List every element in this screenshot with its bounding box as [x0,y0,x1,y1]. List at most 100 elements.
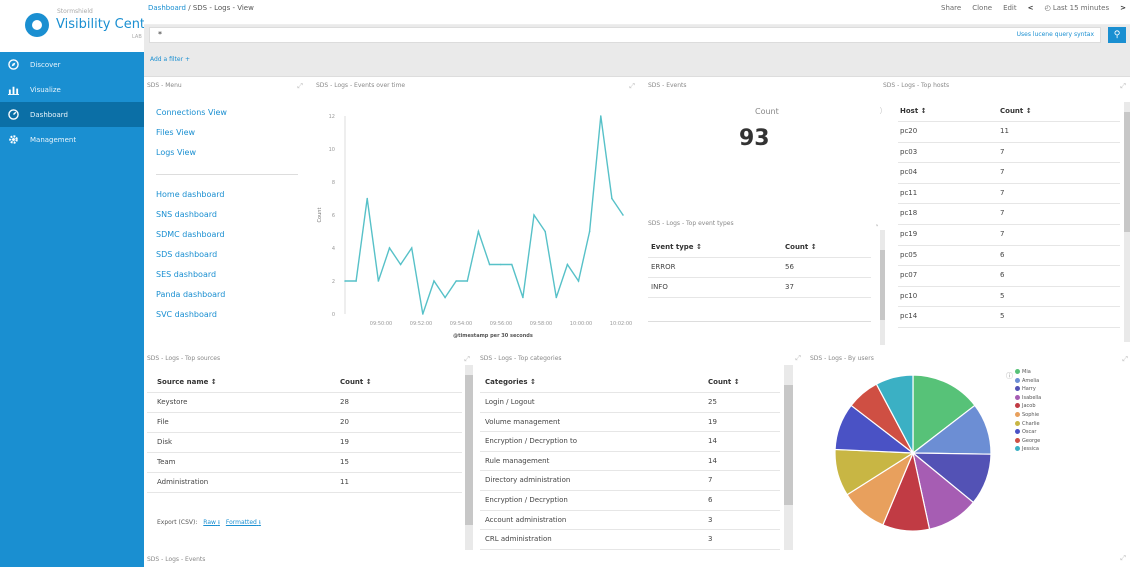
lucene-syntax-link[interactable]: Uses lucene query syntax [1017,31,1094,38]
scrollbar-thumb[interactable] [465,375,473,525]
filter-bar: Add a filter + [144,45,1130,77]
column-header-event-type[interactable]: Event type ↕ [651,243,702,251]
logo-icon [25,13,49,37]
export-raw-link[interactable]: Raw ⭳ [203,519,220,526]
sidebar: Stormshield Visibility Center LAB Discov… [0,0,158,567]
export-formatted-link[interactable]: Formatted ⭳ [226,519,261,526]
expand-icon[interactable]: ⤢ [795,354,801,363]
breadcrumb-dashboard-link[interactable]: Dashboard [148,4,186,12]
legend-label: Amelia [1022,377,1040,384]
legend-swatch [1015,394,1020,400]
table-row: Encryption / Decryption 6 [480,491,780,511]
sidebar-item-management[interactable]: Management [0,127,144,152]
scrollbar-thumb[interactable] [784,385,793,505]
legend-item[interactable]: Isabella [1015,394,1041,401]
edit-button[interactable]: Edit [1003,0,1017,17]
sidebar-item-label: Management [30,135,77,144]
sources-scrollbar[interactable] [465,365,473,550]
event-types-scrollbar[interactable] [880,230,885,345]
users-pie-chart[interactable] [810,353,1010,553]
sidebar-item-discover[interactable]: Discover [0,52,144,77]
cell-count: 5 [1000,291,1005,300]
cell-count: 11 [340,478,349,486]
legend-item[interactable]: Charlie [1015,420,1040,427]
legend-toggle-icon[interactable]: ⓘ [1006,371,1013,381]
cell-count: 6 [708,496,713,504]
menu-link-panda-dashboard[interactable]: Panda dashboard [156,290,225,299]
menu-link-connections-view[interactable]: Connections View [156,108,227,117]
menu-link-sns-dashboard[interactable]: SNS dashboard [156,210,217,219]
legend-item[interactable]: Oscar [1015,429,1036,435]
table-row: pc04 7 [898,163,1120,184]
legend-item[interactable]: Sophie [1015,412,1039,418]
menu-link-ses-dashboard[interactable]: SES dashboard [156,270,216,279]
data-point [599,115,602,117]
menu-link-sdmc-dashboard[interactable]: SDMC dashboard [156,230,225,239]
cell-label: Directory administration [485,476,571,485]
info-icon[interactable]: ⓘ [880,104,882,117]
panel-title: SDS - Logs - Top event types [648,220,734,227]
time-next-button[interactable]: > [1120,0,1126,17]
legend-label: George [1022,437,1041,444]
events-line-chart[interactable]: 0 2 4 6 8 10 12 Count 09:50:00 09:52:00 09:54:00 09… [313,80,643,350]
legend-item[interactable]: George [1015,437,1041,444]
by-users-panel: SDS - Logs - By users ⤢ ⓘ Mia Amelia Harry… [810,353,1130,553]
search-input[interactable]: * Uses lucene query syntax [149,27,1101,43]
data-point [577,280,580,282]
clone-button[interactable]: Clone [972,0,992,17]
time-picker-button[interactable]: ◴ Last 15 minutes [1045,0,1110,17]
cell-count: 19 [340,438,349,446]
expand-icon[interactable]: ⤢ [1122,355,1128,364]
share-button[interactable]: Share [941,0,961,17]
legend-item[interactable]: Harry [1015,386,1036,392]
legend-item[interactable]: Mia [1015,369,1031,375]
sidebar-item-visualize[interactable]: Visualize [0,77,144,102]
cell-event-type: INFO [651,283,668,291]
legend-item[interactable]: Amelia [1015,377,1040,384]
column-header-source-name[interactable]: Source name ↕ [157,378,217,386]
scrollbar-thumb[interactable] [1124,112,1130,232]
legend-swatch [1015,420,1020,426]
expand-icon[interactable]: ⤢ [464,355,470,364]
column-header-count[interactable]: Count ↕ [708,378,740,386]
cell-label: pc14 [900,312,918,321]
column-header-count[interactable]: Count ↕ [340,378,372,386]
menu-link-sds-dashboard[interactable]: SDS dashboard [156,250,217,259]
legend-label: Mia [1022,369,1031,375]
cell-label: Keystore [157,398,188,406]
legend-label: Harry [1022,386,1036,393]
column-header-count[interactable]: Count ↕ [1000,107,1032,115]
add-filter-button[interactable]: Add a filter + [150,56,190,63]
menu-link-logs-view[interactable]: Logs View [156,148,196,157]
cell-label: pc03 [900,147,918,156]
sidebar-item-dashboard[interactable]: Dashboard [0,102,144,127]
menu-link-files-view[interactable]: Files View [156,128,195,137]
column-header-host[interactable]: Host ↕ [900,107,926,115]
event-types-table: Event type ↕ Count ↕ ERROR 56 INFO 37 [648,238,871,318]
legend-item[interactable]: Jessica [1015,446,1039,452]
data-point [455,280,457,282]
legend-item[interactable]: Jacob [1015,403,1036,409]
menu-link-home-dashboard[interactable]: Home dashboard [156,190,225,199]
metric-value: 93 [739,126,770,151]
table-header: Source name ↕ Count ↕ [147,373,462,393]
expand-icon[interactable]: ⤢ [1120,82,1126,91]
column-header-categories[interactable]: Categories ↕ [485,378,536,386]
search-button[interactable]: ⚲ [1108,27,1126,43]
expand-icon[interactable]: ⤢ [876,220,878,229]
menu-link-svc-dashboard[interactable]: SVC dashboard [156,310,217,319]
app-logo[interactable]: Stormshield Visibility Center LAB [0,0,158,52]
data-point [477,230,480,233]
time-prev-button[interactable]: < [1028,0,1034,17]
scrollbar-thumb[interactable] [880,250,885,320]
top-sources-panel: SDS - Logs - Top sources ⤢ Source name ↕… [144,353,474,553]
categories-scrollbar[interactable] [784,365,793,550]
expand-icon[interactable]: ⤢ [297,82,303,91]
expand-icon[interactable]: ⤢ [1120,554,1126,563]
x-tick-label: 10:00:00 [570,321,592,327]
cell-label: pc11 [900,188,918,197]
export-label: Export (CSV): [157,519,198,526]
hosts-scrollbar[interactable] [1124,102,1130,342]
column-header-count[interactable]: Count ↕ [785,243,817,251]
time-range-label: Last 15 minutes [1052,4,1110,12]
